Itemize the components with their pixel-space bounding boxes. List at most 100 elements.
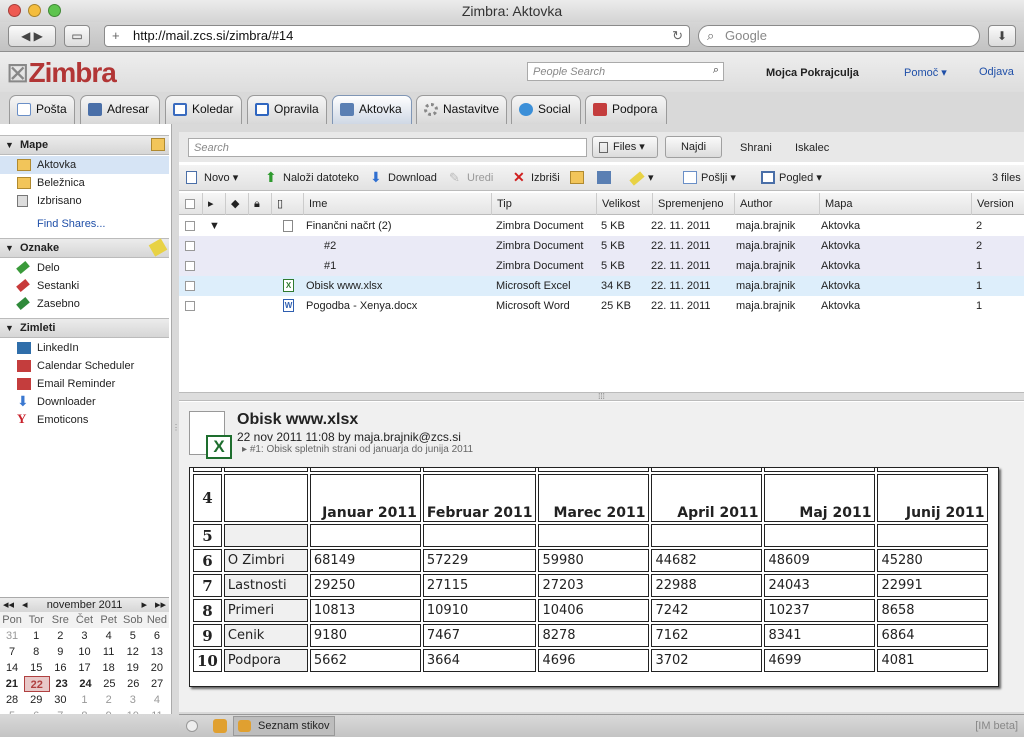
calendar-day[interactable]: 30 [48, 692, 72, 708]
tab-calendar[interactable]: Koledar [165, 95, 242, 124]
browser-search-field[interactable]: ⌕ Google [698, 25, 980, 47]
column-name[interactable]: Ime [303, 193, 491, 215]
calendar-day[interactable]: 2 [48, 628, 72, 644]
next-year-icon[interactable]: ▸▸ [155, 598, 166, 612]
minimize-window-button[interactable] [28, 4, 41, 17]
calendar-day[interactable]: 4 [97, 628, 121, 644]
delete-button[interactable]: ✕ Izbriši [513, 170, 560, 185]
calendar-day[interactable]: 7 [0, 644, 24, 660]
calendar-day[interactable]: 3 [72, 628, 96, 644]
calendar-day[interactable]: 2 [97, 692, 121, 708]
tab-address-book[interactable]: Adresar [80, 95, 160, 124]
row-checkbox[interactable] [185, 281, 195, 291]
column-version[interactable]: Version [971, 193, 1024, 215]
calendar-day[interactable]: 24 [74, 676, 98, 692]
calendar-day[interactable]: 19 [121, 660, 145, 676]
folders-header[interactable]: ▼ Mape [0, 135, 169, 155]
calendar-day-today[interactable]: 22 [23, 676, 50, 692]
sidebar-item-tag-meetings[interactable]: Sestanki [0, 277, 169, 295]
column-type[interactable]: Tip [491, 193, 596, 215]
calendar-day[interactable]: 15 [24, 660, 48, 676]
prev-year-icon[interactable]: ◂◂ [3, 598, 14, 612]
calendar-day[interactable]: 26 [121, 676, 145, 692]
lock-column-icon[interactable]: 🔒︎ [248, 193, 271, 215]
calendar-day[interactable]: 25 [97, 676, 121, 692]
help-menu[interactable]: Pomoč ▾ [904, 66, 947, 79]
calendar-day[interactable]: 10 [72, 644, 96, 660]
add-bookmark-icon[interactable]: + [112, 26, 120, 46]
contact-list-button[interactable]: Seznam stikov [233, 716, 335, 736]
calendar-day[interactable]: 28 [0, 692, 24, 708]
calendar-day[interactable]: 23 [50, 676, 74, 692]
zimbra-logo[interactable]: ⊠Zimbra [6, 56, 117, 89]
calendar-day[interactable]: 14 [0, 660, 24, 676]
zimlet-emoticons[interactable]: Y Emoticons [0, 411, 169, 429]
calendar-day[interactable]: 12 [121, 644, 145, 660]
url-bar[interactable]: + http://mail.zcs.si/zimbra/#14 ↻ [104, 25, 690, 47]
calendar-day[interactable]: 4 [145, 692, 169, 708]
zimlet-calendar-scheduler[interactable]: Calendar Scheduler [0, 357, 169, 375]
calendar-day[interactable]: 11 [97, 644, 121, 660]
select-all-checkbox[interactable] [185, 199, 195, 209]
calendar-day[interactable]: 5 [121, 628, 145, 644]
sidebar-item-aktovka[interactable]: Aktovka [0, 156, 169, 174]
sidebar-splitter[interactable]: ⋮ [172, 124, 180, 714]
upload-file-button[interactable]: ⬆ Naloži datoteko [265, 170, 359, 185]
sidebar-item-notebook[interactable]: Beležnica [0, 174, 169, 192]
search-builder-button[interactable]: Iskalec [795, 142, 829, 154]
tab-social[interactable]: Social [511, 95, 581, 124]
save-search-button[interactable]: Shrani [740, 142, 772, 154]
table-row-selected[interactable]: X Obisk www.xlsx Microsoft Excel 34 KB 2… [179, 276, 1024, 296]
calendar-day[interactable]: 27 [145, 676, 169, 692]
sidebar-toggle-button[interactable]: ▭ [64, 25, 90, 47]
row-checkbox[interactable] [185, 301, 195, 311]
table-row[interactable]: W Pogodba - Xenya.docx Microsoft Word 25… [179, 296, 1024, 316]
column-size[interactable]: Velikost [596, 193, 652, 215]
tab-tasks[interactable]: Opravila [247, 95, 327, 124]
calendar-day[interactable]: 20 [145, 660, 169, 676]
reload-icon[interactable]: ↻ [672, 26, 683, 46]
people-search-input[interactable]: People Search ⌕ [527, 62, 724, 81]
tags-header[interactable]: ▼ Oznake [0, 238, 169, 258]
calendar-day[interactable]: 31 [0, 628, 24, 644]
zimlet-email-reminder[interactable]: Email Reminder [0, 375, 169, 393]
row-checkbox[interactable] [185, 241, 195, 251]
find-button[interactable]: Najdi [665, 136, 722, 158]
calendar-day[interactable]: 9 [48, 644, 72, 660]
view-button[interactable]: Pogled ▾ [761, 171, 822, 185]
table-row[interactable]: ▼ Finančni načrt (2) Zimbra Document 5 K… [179, 216, 1024, 236]
download-button[interactable]: ⬇ Download [370, 170, 437, 185]
close-window-button[interactable] [8, 4, 21, 17]
tab-mail[interactable]: Pošta [9, 95, 75, 124]
new-folder-icon[interactable] [151, 138, 165, 151]
row-checkbox[interactable] [185, 261, 195, 271]
zimlets-header[interactable]: ▼ Zimleti [0, 318, 169, 338]
next-month-icon[interactable]: ▸ [141, 598, 147, 612]
calendar-day[interactable]: 1 [72, 692, 96, 708]
file-type-column-icon[interactable]: ▯ [271, 193, 303, 215]
calendar-day[interactable]: 17 [72, 660, 96, 676]
sidebar-item-tag-work[interactable]: Delo [0, 259, 169, 277]
column-modified[interactable]: Spremenjeno [652, 193, 734, 215]
calendar-day[interactable]: 29 [24, 692, 48, 708]
zimlet-downloader[interactable]: ⬇ Downloader [0, 393, 169, 411]
collapse-arrow-icon[interactable]: ▼ [209, 216, 220, 236]
tag-button[interactable]: ▾ [629, 171, 654, 186]
zoom-window-button[interactable] [48, 4, 61, 17]
sidebar-item-trash[interactable]: Izbrisano [0, 192, 169, 210]
table-row[interactable]: #2 Zimbra Document 5 KB 22. 11. 2011 maj… [179, 236, 1024, 256]
new-button[interactable]: Novo ▾ [186, 171, 238, 185]
calendar-day[interactable]: 6 [145, 628, 169, 644]
calendar-day[interactable]: 18 [97, 660, 121, 676]
send-button[interactable]: Pošlji ▾ [683, 171, 736, 185]
search-scope-dropdown[interactable]: Files ▾ [592, 136, 658, 158]
prev-month-icon[interactable]: ◂ [22, 598, 28, 612]
tab-briefcase[interactable]: Aktovka [332, 95, 412, 124]
preview-splitter[interactable]: ⁞⁞⁞ [179, 392, 1024, 401]
find-shares-link[interactable]: Find Shares... [0, 215, 169, 233]
column-author[interactable]: Author [734, 193, 819, 215]
presence-icon[interactable] [186, 720, 198, 732]
downloads-icon[interactable]: ⬇ [988, 25, 1016, 47]
add-contact-icon[interactable] [213, 719, 227, 733]
calendar-day[interactable]: 8 [24, 644, 48, 660]
